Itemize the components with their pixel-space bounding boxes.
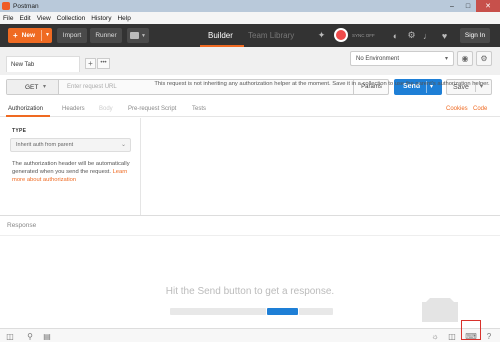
notifications-icon[interactable]: ♩ — [422, 30, 433, 41]
environment-select[interactable]: No Environment ▾ — [350, 51, 454, 66]
two-pane-view-icon[interactable]: ◫ — [447, 331, 457, 341]
new-button[interactable]: + New ▼ — [8, 28, 52, 43]
main-toolbar: + New ▼ Import Runner ▼ Builder Team Lib… — [0, 24, 500, 47]
help-icon[interactable]: ? — [484, 331, 494, 341]
cookies-link[interactable]: Cookies — [446, 106, 468, 112]
request-tabs: Authorization Headers Body Pre-request S… — [0, 102, 500, 117]
tab-authorization[interactable]: Authorization — [8, 106, 43, 112]
environment-value: No Environment — [356, 56, 400, 62]
console-icon[interactable]: ▤ — [42, 331, 52, 341]
highlight-box — [461, 320, 481, 340]
menu-edit[interactable]: Edit — [16, 15, 33, 22]
window-title: Postman — [13, 2, 39, 10]
runner-button[interactable]: Runner — [90, 28, 122, 43]
auth-info-message: This request is not inheriting any autho… — [154, 81, 490, 87]
menu-collection[interactable]: Collection — [54, 15, 89, 22]
response-label: Response — [7, 222, 37, 229]
code-link[interactable]: Code — [473, 106, 487, 112]
menu-view[interactable]: View — [34, 15, 54, 22]
placeholder-send-bar — [267, 308, 298, 315]
sync-icon[interactable] — [334, 28, 348, 42]
heart-icon[interactable]: ♥ — [439, 30, 450, 41]
chevron-down-icon: ⌄ — [120, 142, 126, 148]
plus-icon: + — [13, 31, 18, 40]
environment-quick-look-icon[interactable]: ◉ — [457, 51, 473, 66]
more-tabs-button[interactable]: ••• — [97, 58, 110, 69]
postman-logo-icon — [2, 2, 10, 10]
auth-type-label: TYPE — [12, 128, 27, 134]
add-tab-button[interactable]: + — [85, 58, 96, 69]
request-tab[interactable]: New Tab — [6, 56, 80, 72]
menu-history[interactable]: History — [88, 15, 114, 22]
manage-environments-icon[interactable]: ⚙ — [476, 51, 492, 66]
url-input[interactable]: Enter request URL — [67, 84, 117, 90]
close-icon[interactable]: ✕ — [476, 0, 500, 12]
bootcamp-icon[interactable]: ☼ — [430, 331, 440, 341]
sign-in-button[interactable]: Sign In — [460, 28, 490, 43]
title-bar: Postman – □ ✕ — [0, 0, 500, 12]
auth-type-select[interactable]: Inherit auth from parent ⌄ — [10, 138, 131, 152]
method-value: GET — [25, 84, 39, 91]
minimize-icon[interactable]: – — [444, 0, 460, 12]
tab-body[interactable]: Body — [99, 106, 113, 112]
menu-file[interactable]: File — [0, 15, 16, 22]
auth-type-value: Inherit auth from parent — [16, 142, 74, 148]
search-icon[interactable]: ⚲ — [25, 331, 35, 341]
auth-config-panel: TYPE Inherit auth from parent ⌄ The auth… — [0, 118, 141, 215]
window-icon — [130, 32, 140, 39]
sync-status: SYNC OFF — [352, 33, 375, 38]
satellite-icon[interactable]: ✦ — [316, 30, 327, 41]
menu-bar: File Edit View Collection History Help — [0, 12, 500, 24]
settings-icon[interactable]: ⚙ — [406, 30, 417, 41]
import-button[interactable]: Import — [57, 28, 87, 43]
response-panel: Response Hit the Send button to get a re… — [0, 215, 500, 328]
sidebar-toggle-icon[interactable]: ◫ — [5, 331, 15, 341]
placeholder-bar — [170, 308, 266, 315]
new-window-button[interactable]: ▼ — [127, 28, 149, 43]
active-tab-indicator — [6, 115, 50, 117]
chevron-down-icon[interactable]: ▼ — [45, 32, 50, 38]
tab-pre-request-script[interactable]: Pre-request Script — [128, 106, 176, 112]
window-controls: – □ ✕ — [444, 0, 500, 12]
request-panel: GET ▾ Enter request URL Params Send ▾ Sa… — [0, 75, 500, 215]
status-bar: ◫ ⚲ ▤ ☼ ◫ ⌨ ? — [0, 328, 500, 342]
maximize-icon[interactable]: □ — [460, 0, 476, 12]
postman-watermark-icon — [422, 298, 458, 322]
new-button-label: New — [21, 32, 36, 39]
interceptor-icon[interactable]: ◐ — [390, 30, 401, 41]
tab-tests[interactable]: Tests — [192, 106, 206, 112]
auth-description: The authorization header will be automat… — [12, 161, 130, 183]
chevron-down-icon: ▾ — [444, 56, 448, 62]
tab-builder[interactable]: Builder — [208, 31, 233, 40]
method-select[interactable]: GET ▾ — [7, 80, 59, 94]
tab-headers[interactable]: Headers — [62, 106, 85, 112]
tab-team-library[interactable]: Team Library — [248, 31, 294, 40]
placeholder-bar — [299, 308, 333, 315]
menu-help[interactable]: Help — [114, 15, 133, 22]
chevron-down-icon: ▾ — [43, 84, 47, 90]
chevron-down-icon: ▼ — [141, 32, 146, 39]
